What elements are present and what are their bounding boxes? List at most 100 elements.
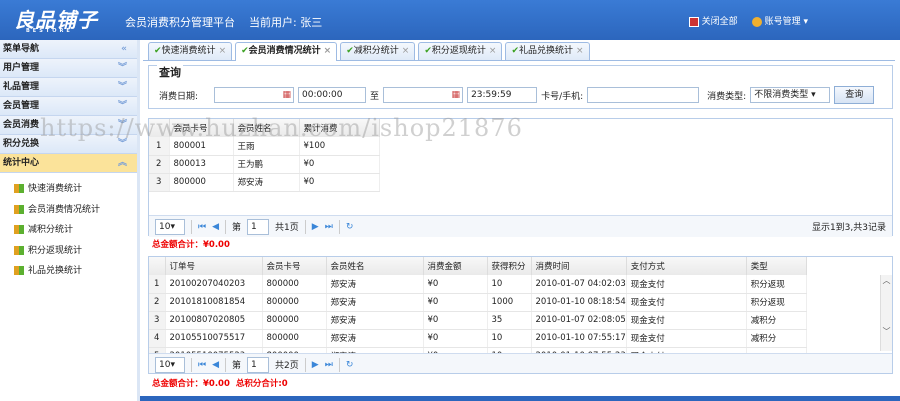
calendar-icon[interactable]: ▦ xyxy=(283,88,292,102)
row-number: 3 xyxy=(149,311,166,330)
column-header[interactable]: 类型 xyxy=(746,257,807,275)
tab-quick-stats[interactable]: ✔快速消费统计 × xyxy=(148,42,233,60)
end-time-input[interactable]: 23:59:59 xyxy=(467,87,538,103)
start-time-input[interactable]: 00:00:00 xyxy=(298,87,367,103)
close-all-icon xyxy=(688,16,699,27)
table-row[interactable]: 1 800001 王雨 ¥100 xyxy=(149,137,380,156)
table-cell: 20105510075517 xyxy=(165,329,263,348)
column-header[interactable]: 消费金额 xyxy=(423,257,488,275)
sidebar-item-gift-stats[interactable]: 礼品兑换统计 xyxy=(0,261,137,282)
close-icon[interactable]: × xyxy=(219,46,227,56)
table-cell: 郑安涛 xyxy=(233,173,300,192)
vertical-scrollbar[interactable]: ︿ ﹀ xyxy=(880,275,892,351)
sidebar-item-cashback-stats[interactable]: 积分返现统计 xyxy=(0,241,137,262)
column-header[interactable]: 累计消费 xyxy=(299,119,380,137)
prev-page-icon[interactable]: ◀ xyxy=(212,360,219,370)
close-icon[interactable]: × xyxy=(402,46,410,56)
chevron-down-icon: ︾ xyxy=(117,63,127,73)
sidebar-section-points[interactable]: 积分兑换 ︾ xyxy=(0,135,137,154)
tab-gift-stats[interactable]: ✔礼品兑换统计 × xyxy=(505,42,590,60)
sidebar-header[interactable]: 菜单导航 « xyxy=(0,40,137,59)
table-row[interactable]: 1 20100207040203 800000 郑安涛 ¥0 10 2010-01-07 0… xyxy=(149,275,807,294)
column-header[interactable]: 会员卡号 xyxy=(262,257,327,275)
table-cell: ¥0 xyxy=(423,275,488,294)
scroll-down-icon[interactable]: ﹀ xyxy=(881,326,892,337)
start-date-input[interactable]: ▦ xyxy=(214,87,295,103)
close-all-button[interactable]: 关闭全部 xyxy=(688,14,738,27)
table-cell: ¥0 xyxy=(299,155,380,174)
tab-member-stats[interactable]: ✔会员消费情况统计 × xyxy=(235,42,338,61)
table-header: 会员卡号 会员姓名 累计消费 xyxy=(149,119,380,137)
collapse-icon[interactable]: « xyxy=(121,40,127,59)
page-input[interactable]: 1 xyxy=(247,356,270,373)
sidebar-item-quick-stats[interactable]: 快速消费统计 xyxy=(0,179,137,200)
column-header[interactable]: 获得积分 xyxy=(487,257,532,275)
scroll-up-icon[interactable]: ︿ xyxy=(881,275,892,286)
sidebar-section-users[interactable]: 用户管理 ︾ xyxy=(0,59,137,78)
section-label: 会员管理 xyxy=(3,101,40,111)
card-input[interactable] xyxy=(587,87,700,103)
close-icon[interactable]: × xyxy=(489,46,497,56)
tab-cashback-stats[interactable]: ✔积分返现统计 × xyxy=(418,42,503,60)
table-row[interactable]: 3 800000 郑安涛 ¥0 xyxy=(149,173,380,192)
sidebar-item-deduct-stats[interactable]: 减积分统计 xyxy=(0,220,137,241)
calendar-icon[interactable]: ▦ xyxy=(452,88,461,102)
refresh-icon[interactable]: ↻ xyxy=(346,222,354,232)
prev-page-icon[interactable]: ◀ xyxy=(212,222,219,232)
sidebar-section-members[interactable]: 会员管理 ︾ xyxy=(0,97,137,116)
item-label: 会员消费情况统计 xyxy=(28,204,101,215)
row-number: 4 xyxy=(149,329,166,348)
first-page-icon[interactable]: ⏮ xyxy=(198,222,206,232)
close-icon[interactable]: × xyxy=(576,46,584,56)
main-content: ✔快速消费统计 × ✔会员消费情况统计 × ✔减积分统计 × ✔积分返现统计 × ✔礼品… xyxy=(143,40,900,397)
logo-subtitle: BESTORE xyxy=(26,28,73,34)
table-cell: 减积分 xyxy=(746,329,807,348)
next-page-icon[interactable]: ▶ xyxy=(312,360,319,370)
total-pages: 共1页 xyxy=(275,223,299,233)
account-menu[interactable]: 账号管理 ▾ xyxy=(751,14,808,27)
tab-bar: ✔快速消费统计 × ✔会员消费情况统计 × ✔减积分统计 × ✔积分返现统计 × ✔礼品… xyxy=(143,42,895,61)
table-cell: 积分返现 xyxy=(746,293,807,312)
table-cell: 王雨 xyxy=(233,137,300,156)
chevron-up-icon: ︽ xyxy=(117,158,127,168)
next-page-icon[interactable]: ▶ xyxy=(312,222,319,232)
last-page-icon[interactable]: ⏭ xyxy=(325,222,333,232)
end-date-input[interactable]: ▦ xyxy=(383,87,464,103)
table-cell: 800000 xyxy=(169,173,234,192)
table-row[interactable]: 2 800013 王为鹏 ¥0 xyxy=(149,155,380,174)
column-header[interactable]: 消费时间 xyxy=(531,257,627,275)
table-cell: 2010-01-10 07:55:17 xyxy=(531,329,627,348)
table-cell: 郑安涛 xyxy=(326,275,424,294)
column-header[interactable]: 订单号 xyxy=(165,257,263,275)
sidebar-section-stats[interactable]: 统计中心 ︽ xyxy=(0,154,137,173)
column-header[interactable]: 会员姓名 xyxy=(326,257,424,275)
close-icon[interactable]: × xyxy=(324,46,332,56)
sidebar-item-member-stats[interactable]: 会员消费情况统计 xyxy=(0,200,137,221)
table-row[interactable]: 2 20101810081854 800000 郑安涛 ¥0 1000 2010-01-10… xyxy=(149,293,807,312)
row-number: 3 xyxy=(149,173,170,192)
table-row[interactable]: 3 20100807020805 800000 郑安涛 ¥0 35 2010-01-07 0… xyxy=(149,311,807,330)
chevron-down-icon: ︾ xyxy=(117,101,127,111)
page-input[interactable]: 1 xyxy=(247,218,270,235)
column-header[interactable]: 支付方式 xyxy=(626,257,747,275)
page-size-select[interactable]: 10▾ xyxy=(155,356,185,373)
tab-deduct-stats[interactable]: ✔减积分统计 × xyxy=(340,42,416,60)
amount-total: 总金额合计：¥0.00 xyxy=(152,379,230,389)
page-size-select[interactable]: 10▾ xyxy=(155,218,185,235)
column-header[interactable]: 会员卡号 xyxy=(169,119,234,137)
first-page-icon[interactable]: ⏮ xyxy=(198,360,206,370)
last-page-icon[interactable]: ⏭ xyxy=(325,360,333,370)
table-cell: 20100207040203 xyxy=(165,275,263,294)
total-pages: 共2页 xyxy=(275,361,299,371)
table-row[interactable]: 4 20105510075517 800000 郑安涛 ¥0 10 2010-01-10 0… xyxy=(149,329,807,348)
sidebar-section-consumption[interactable]: 会员消费 ︾ xyxy=(0,116,137,135)
section-label: 会员消费 xyxy=(3,120,40,130)
order-totals: 总金额合计：¥0.00 总积分合计:0 xyxy=(152,377,288,389)
table-cell: ¥0 xyxy=(423,329,488,348)
refresh-icon[interactable]: ↻ xyxy=(346,360,354,370)
column-header[interactable]: 会员姓名 xyxy=(233,119,300,137)
check-icon: ✔ xyxy=(346,46,354,56)
search-button[interactable]: 查询 xyxy=(834,86,875,104)
type-select[interactable]: 不限消费类型 ▾ xyxy=(750,87,831,103)
sidebar-section-gifts[interactable]: 礼品管理 ︾ xyxy=(0,78,137,97)
